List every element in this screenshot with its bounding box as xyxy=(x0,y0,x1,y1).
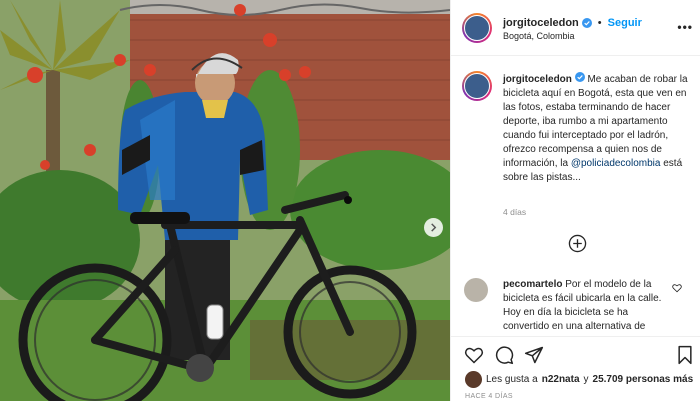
caption-mention-link[interactable]: @policiadecolombia xyxy=(571,158,661,169)
commenter-avatar[interactable] xyxy=(464,278,488,302)
comment-username[interactable]: pecomartelo xyxy=(503,279,562,290)
comment-bubble-icon[interactable] xyxy=(494,345,514,365)
liker-username[interactable]: n22nata xyxy=(542,374,580,385)
comment-item: pecomartelo Por el modelo de la biciclet… xyxy=(503,278,673,332)
chevron-right-icon xyxy=(431,223,437,232)
verified-badge-icon xyxy=(581,18,592,28)
author-line: jorgitoceledon • Seguir xyxy=(503,17,642,29)
heart-icon[interactable] xyxy=(464,345,484,365)
instagram-post-modal: jorgitoceledon • Seguir Bogotá, Colombia… xyxy=(0,0,700,401)
likes-count[interactable]: 25.709 personas más xyxy=(593,374,694,385)
caption-text: Me acaban de robar la bicicleta aquí en … xyxy=(503,74,688,169)
follow-button[interactable]: Seguir xyxy=(608,17,642,29)
post-actions-bar xyxy=(451,336,700,372)
author-username[interactable]: jorgitoceledon xyxy=(503,17,579,29)
verified-badge-icon xyxy=(574,72,585,82)
caption-username[interactable]: jorgitoceledon xyxy=(503,74,572,85)
likes-summary: Les gusta a n22nata y 25.709 personas má… xyxy=(465,371,693,388)
more-options-icon[interactable]: ••• xyxy=(677,20,693,34)
bookmark-icon[interactable] xyxy=(675,345,695,365)
caption-author-avatar[interactable] xyxy=(462,71,492,101)
post-location[interactable]: Bogotá, Colombia xyxy=(503,31,575,41)
likes-prefix: Les gusta a xyxy=(486,374,538,385)
liker-avatar[interactable] xyxy=(465,371,482,388)
post-photo[interactable] xyxy=(0,0,450,401)
next-photo-button[interactable] xyxy=(424,218,443,237)
paper-plane-icon[interactable] xyxy=(524,345,544,365)
comment-like-heart-icon[interactable] xyxy=(672,283,682,293)
likes-connector: y xyxy=(583,374,589,385)
post-date[interactable]: HACE 4 DÍAS xyxy=(465,393,513,400)
post-header: jorgitoceledon • Seguir Bogotá, Colombia… xyxy=(451,0,700,56)
plus-circle-icon[interactable] xyxy=(568,234,587,253)
separator-dot: • xyxy=(597,17,602,29)
post-side-panel: jorgitoceledon • Seguir Bogotá, Colombia… xyxy=(450,0,700,401)
cyclist-with-bicycle-image xyxy=(0,0,450,401)
author-avatar[interactable] xyxy=(462,13,492,43)
caption-time: 4 días xyxy=(503,207,527,217)
post-caption: jorgitoceledon Me acaban de robar la bic… xyxy=(503,72,693,185)
